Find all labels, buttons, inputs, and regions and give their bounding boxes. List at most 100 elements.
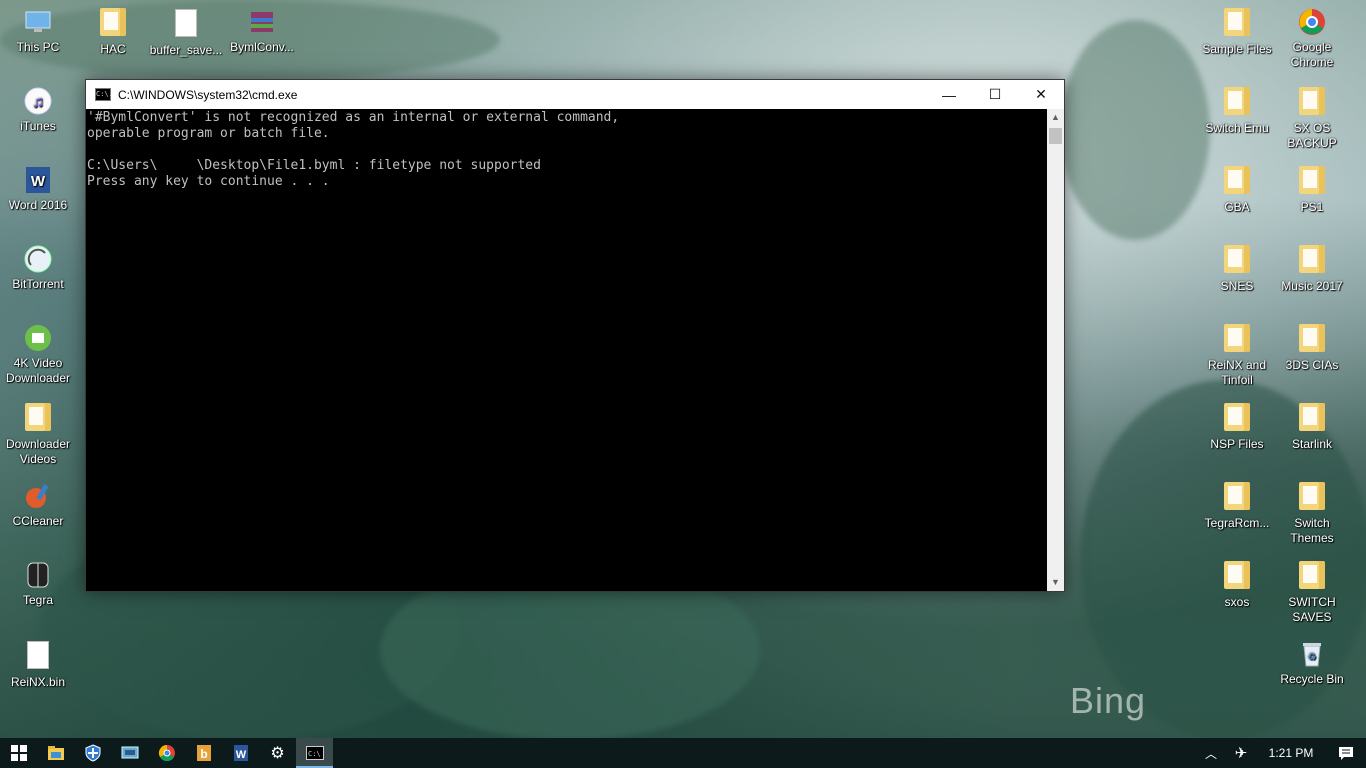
minimize-button[interactable]: — [926, 80, 972, 109]
desktop-icon-music-2017[interactable]: Music 2017 [1274, 243, 1350, 294]
desktop-icon-google-chrome[interactable]: Google Chrome [1274, 6, 1350, 70]
desktop-icon-tegra[interactable]: Tegra [0, 559, 76, 608]
desktop-icon-label: Recycle Bin [1280, 672, 1344, 686]
taskbar-word[interactable]: W [222, 738, 259, 768]
chevron-up-icon: ︿ [1204, 746, 1217, 761]
desktop-icon-sample-files[interactable]: Sample Files [1199, 6, 1275, 57]
folder-icon [1221, 87, 1253, 119]
window-title: C:\WINDOWS\system32\cmd.exe [118, 87, 298, 102]
cmd-window[interactable]: C:\. C:\WINDOWS\system32\cmd.exe — ☐ ✕ '… [85, 79, 1065, 592]
desktop-icon-bymlconv[interactable]: BymlConv... [224, 6, 300, 55]
desktop-icon-starlink[interactable]: Starlink [1274, 401, 1350, 452]
4k-video-downloader-icon [22, 322, 54, 354]
wallpaper-trees [1060, 20, 1210, 240]
desktop-icon-word[interactable]: W Word 2016 [0, 164, 76, 213]
desktop-icon-label: iTunes [20, 119, 56, 133]
desktop-icon-4k-video-downloader[interactable]: 4K Video Downloader [0, 322, 76, 386]
desktop-icon-label: Switch Emu [1205, 121, 1269, 135]
desktop-icon-sxos[interactable]: sxos [1199, 559, 1275, 610]
desktop-icon-label: Switch Themes [1290, 516, 1334, 545]
folder-icon [1221, 561, 1253, 593]
desktop-icon-ccleaner[interactable]: CCleaner [0, 480, 76, 529]
recycle-bin-icon: ♻ [1296, 638, 1328, 670]
folder-icon [22, 403, 54, 435]
airplane-mode-icon: ✈ [1234, 745, 1248, 762]
clock-time: 1:21 PM [1268, 746, 1314, 760]
folder-icon [1296, 482, 1328, 514]
desktop-icon-this-pc[interactable]: This PC [0, 6, 76, 55]
desktop-icon-label: Google Chrome [1290, 40, 1334, 69]
folder-icon [1296, 403, 1328, 435]
folder-icon [1296, 245, 1328, 277]
word-icon: W [22, 164, 54, 196]
desktop-icon-snes[interactable]: SNES [1199, 243, 1275, 294]
svg-text:♻: ♻ [1308, 652, 1317, 663]
desktop-icon-label: BitTorrent [12, 277, 64, 291]
desktop-icon-label: This PC [16, 40, 60, 54]
chrome-icon [1296, 6, 1328, 38]
desktop-icon-bittorrent[interactable]: BitTorrent [0, 243, 76, 292]
desktop-icon-hac[interactable]: HAC [75, 6, 151, 57]
folder-icon [1221, 482, 1253, 514]
folder-icon [1221, 403, 1253, 435]
desktop-icon-reinx-and-tinfoil[interactable]: ReiNX and Tinfoil [1199, 322, 1275, 388]
file-explorer-icon [47, 746, 64, 760]
folder-icon [1221, 8, 1253, 40]
desktop-icon-buffer-save[interactable]: buffer_save... [148, 6, 224, 58]
taskbar-bing[interactable]: b [185, 738, 222, 768]
bittorrent-icon [22, 243, 54, 275]
desktop-icon-label: GBA [1224, 200, 1250, 214]
desktop-icon-switch-emu[interactable]: Switch Emu [1199, 85, 1275, 136]
desktop-icon-reinx-bin[interactable]: ReiNX.bin [0, 638, 76, 690]
desktop-icon-gba[interactable]: GBA [1199, 164, 1275, 215]
desktop-icon-label: 4K Video Downloader [5, 356, 71, 385]
file-icon [170, 9, 202, 41]
tray-airplane-mode[interactable]: ✈ [1226, 738, 1256, 768]
scroll-up-arrow-icon[interactable]: ▲ [1047, 109, 1064, 126]
action-center-button[interactable] [1326, 738, 1366, 768]
cmd-title-bar[interactable]: C:\. C:\WINDOWS\system32\cmd.exe — ☐ ✕ [86, 80, 1064, 109]
chrome-icon [158, 744, 175, 762]
desktop-icon-label: CCleaner [12, 514, 64, 528]
taskbar-settings[interactable]: ⚙ [259, 738, 296, 768]
scroll-thumb[interactable] [1049, 128, 1062, 144]
desktop-icon-downloader-videos[interactable]: Downloader Videos [0, 401, 76, 467]
taskbar-control-panel[interactable] [111, 738, 148, 768]
desktop-icon-itunes[interactable]: ♫ iTunes [0, 85, 76, 134]
folder-icon [1296, 87, 1328, 119]
desktop-icon-label: 3DS CIAs [1285, 358, 1339, 372]
close-button[interactable]: ✕ [1018, 80, 1064, 109]
desktop-icon-label: TegraRcm... [1204, 516, 1270, 530]
scroll-down-arrow-icon[interactable]: ▼ [1047, 574, 1064, 591]
taskbar-chrome[interactable] [148, 738, 185, 768]
desktop-icon-sx-os-backup[interactable]: SX OS BACKUP [1274, 85, 1350, 151]
folder-icon [1296, 166, 1328, 198]
taskbar: b W ⚙ C:\ ︿ ✈ 1:21 PM [0, 738, 1366, 768]
tray-overflow[interactable]: ︿ [1196, 738, 1226, 768]
vertical-scrollbar[interactable]: ▲ ▼ [1047, 109, 1064, 591]
taskbar-file-explorer[interactable] [37, 738, 74, 768]
this-pc-icon [22, 6, 54, 38]
nintendo-switch-icon [22, 559, 54, 591]
taskbar-windows-defender[interactable] [74, 738, 111, 768]
desktop-icon-nsp-files[interactable]: NSP Files [1199, 401, 1275, 452]
console-output[interactable]: '#BymlConvert' is not recognized as an i… [86, 109, 1047, 591]
desktop-icon-ps1[interactable]: PS1 [1274, 164, 1350, 215]
taskbar-cmd[interactable]: C:\ [296, 738, 333, 768]
desktop-icon-recycle-bin[interactable]: ♻ Recycle Bin [1274, 638, 1350, 687]
maximize-button[interactable]: ☐ [972, 80, 1018, 109]
svg-text:W: W [235, 749, 246, 761]
clock[interactable]: 1:21 PM [1256, 738, 1326, 768]
desktop-icon-label: SX OS BACKUP [1287, 121, 1337, 150]
desktop-icon-tegrarcm[interactable]: TegraRcm... [1199, 480, 1275, 531]
desktop-icon-label: Sample Files [1202, 42, 1272, 56]
control-panel-icon [121, 746, 138, 759]
desktop-icon-label: PS1 [1300, 200, 1324, 214]
action-center-icon [1339, 746, 1353, 760]
desktop-icon-switch-themes[interactable]: Switch Themes [1274, 480, 1350, 546]
ccleaner-icon [22, 480, 54, 512]
desktop-icon-3ds-cias[interactable]: 3DS CIAs [1274, 322, 1350, 373]
desktop-icon-switch-saves[interactable]: SWITCH SAVES [1274, 559, 1350, 625]
folder-icon [1221, 245, 1253, 277]
start-button[interactable] [0, 738, 37, 768]
